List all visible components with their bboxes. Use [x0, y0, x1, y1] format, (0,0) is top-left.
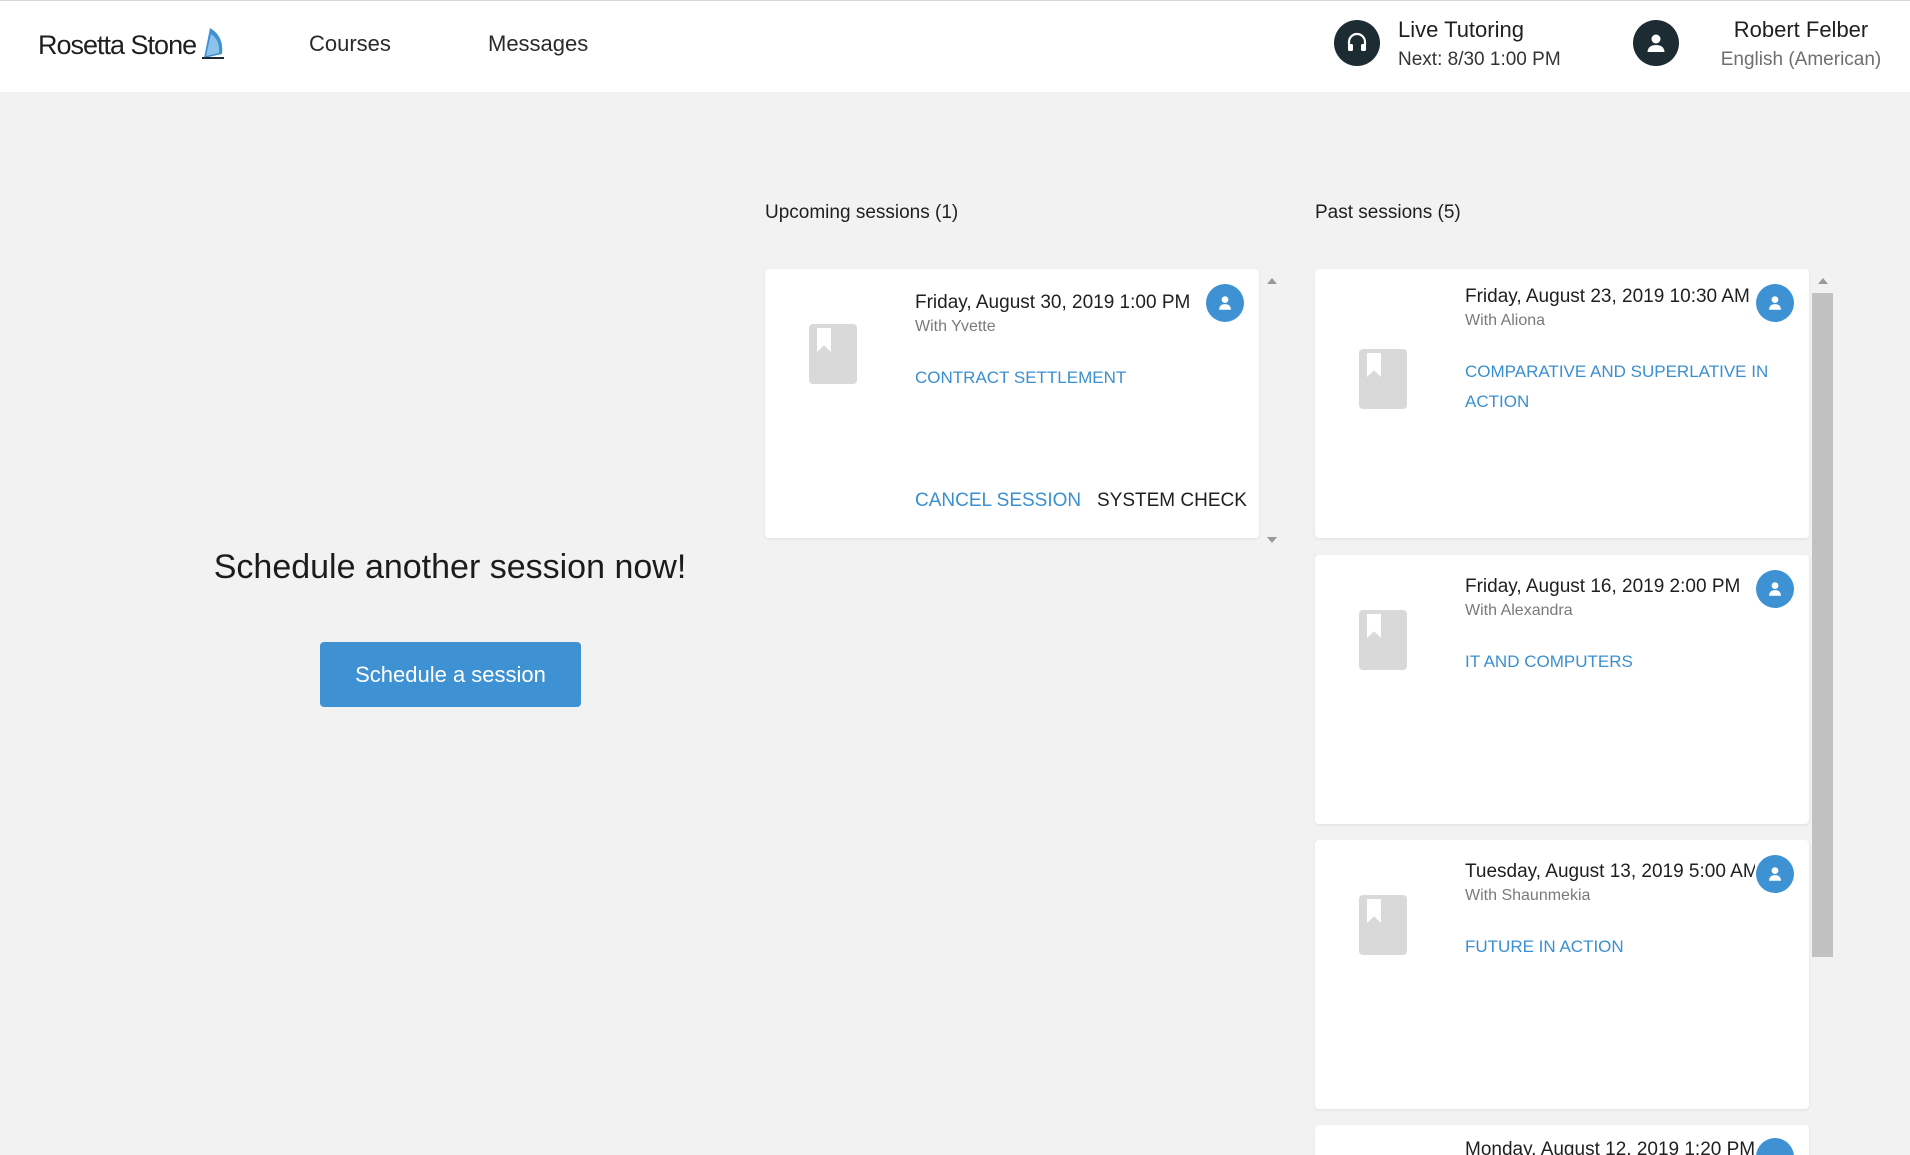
tutor-profile-icon[interactable]: [1756, 570, 1794, 608]
tutor-profile-icon[interactable]: [1756, 855, 1794, 893]
user-icon: [1633, 20, 1679, 66]
session-topic-link[interactable]: IT AND COMPUTERS: [1465, 647, 1633, 677]
session-tutor: With Aliona: [1465, 312, 1546, 329]
top-bar: Rosetta Stone Courses Messages Live Tuto…: [0, 0, 1910, 92]
session-topic-link[interactable]: COMPARATIVE AND SUPERLATIVE IN ACTION: [1465, 357, 1785, 417]
bookmark-icon: [809, 324, 857, 384]
past-session-card: Friday, August 16, 2019 2:00 PM With Ale…: [1315, 555, 1809, 824]
headset-icon: [1334, 20, 1380, 66]
past-session-card: Friday, August 23, 2019 10:30 AM With Al…: [1315, 269, 1809, 538]
scroll-down-arrow[interactable]: [1267, 537, 1277, 543]
tutor-profile-icon[interactable]: [1756, 1138, 1794, 1155]
schedule-session-button[interactable]: Schedule a session: [320, 642, 581, 707]
bookmark-icon: [1359, 895, 1407, 955]
scroll-up-arrow[interactable]: [1267, 278, 1277, 284]
schedule-promo-title: Schedule another session now!: [213, 548, 687, 586]
past-session-card: Tuesday, August 13, 2019 5:00 AM With Sh…: [1315, 840, 1809, 1109]
nav-courses[interactable]: Courses: [309, 31, 391, 57]
bookmark-icon: [1359, 610, 1407, 670]
tutor-profile-icon[interactable]: [1206, 284, 1244, 322]
session-tutor: With Alexandra: [1465, 602, 1573, 619]
user-menu[interactable]: Robert Felber English (American): [1633, 17, 1893, 77]
session-topic-link[interactable]: FUTURE IN ACTION: [1465, 932, 1624, 962]
system-check-button[interactable]: SYSTEM CHECK: [1097, 490, 1247, 512]
session-topic-line-1: COMPARATIVE AND SUPERLATIVE IN: [1465, 362, 1769, 381]
session-date: Monday, August 12, 2019 1:20 PM: [1465, 1139, 1755, 1155]
session-date: Tuesday, August 13, 2019 5:00 AM: [1465, 861, 1755, 882]
live-tutoring-title: Live Tutoring: [1398, 17, 1524, 42]
session-topic-link[interactable]: CONTRACT SETTLEMENT: [915, 363, 1126, 393]
logo-text: Rosetta Stone: [38, 29, 197, 60]
past-session-card: Monday, August 12, 2019 1:20 PM: [1315, 1125, 1809, 1155]
session-topic-line-2: ACTION: [1465, 392, 1530, 411]
past-sessions-heading: Past sessions (5): [1315, 202, 1461, 223]
rosetta-stone-logo[interactable]: Rosetta Stone: [38, 25, 226, 65]
cancel-session-button[interactable]: CANCEL SESSION: [915, 490, 1081, 512]
tutor-profile-icon[interactable]: [1756, 284, 1794, 322]
live-tutoring-menu[interactable]: Live Tutoring Next: 8/30 1:00 PM: [1334, 17, 1594, 77]
user-language: English (American): [1720, 49, 1882, 70]
user-name: Robert Felber: [1733, 17, 1869, 42]
past-sessions-scrollbar[interactable]: [1812, 293, 1833, 957]
upcoming-session-card: Friday, August 30, 2019 1:00 PM With Yve…: [765, 269, 1259, 538]
scroll-up-arrow[interactable]: [1818, 278, 1828, 284]
session-date: Friday, August 23, 2019 10:30 AM: [1465, 286, 1750, 307]
sail-logo-icon: [200, 26, 226, 65]
session-date: Friday, August 30, 2019 1:00 PM: [915, 292, 1191, 313]
next-session-time: Next: 8/30 1:00 PM: [1398, 49, 1561, 70]
session-tutor: With Shaunmekia: [1465, 887, 1591, 904]
session-date: Friday, August 16, 2019 2:00 PM: [1465, 576, 1741, 597]
upcoming-sessions-heading: Upcoming sessions (1): [765, 202, 959, 223]
nav-messages[interactable]: Messages: [488, 31, 588, 57]
session-tutor: With Yvette: [915, 318, 996, 335]
bookmark-icon: [1359, 349, 1407, 409]
